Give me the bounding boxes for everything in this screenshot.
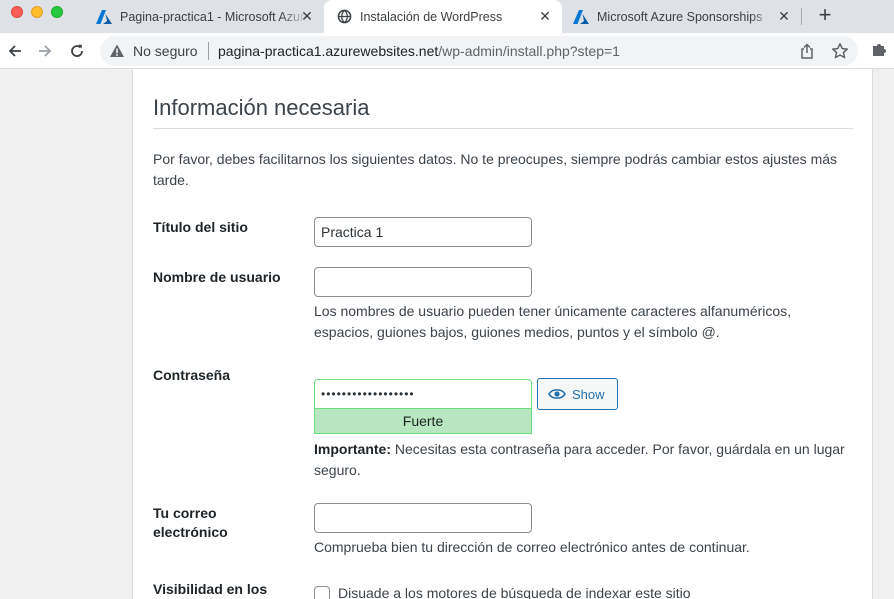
site-title-label: Título del sitio	[153, 219, 248, 235]
password-strength-indicator: Fuerte	[314, 408, 532, 434]
warning-icon[interactable]	[109, 43, 125, 59]
username-input[interactable]	[314, 267, 532, 297]
install-form-container: Información necesaria Por favor, debes f…	[132, 69, 873, 599]
window-close-button[interactable]	[11, 6, 23, 18]
address-bar[interactable]: No seguro pagina-practica1.azurewebsites…	[100, 36, 858, 66]
url-host: pagina-practica1.azurewebsites.net	[218, 43, 439, 59]
password-important-note: Importante: Necesitas esta contraseña pa…	[314, 439, 854, 481]
browser-toolbar: No seguro pagina-practica1.azurewebsites…	[0, 33, 894, 69]
important-text: Necesitas esta contraseña para acceder. …	[314, 441, 845, 478]
extensions-puzzle-icon[interactable]	[870, 41, 890, 61]
show-password-button[interactable]: Show	[537, 378, 618, 410]
show-password-label: Show	[572, 386, 605, 402]
close-icon[interactable]: ✕	[777, 9, 791, 23]
search-engine-visibility-checkbox[interactable]	[314, 586, 330, 599]
browser-tab-strip: Pagina-practica1 - Microsoft Azure ✕ Ins…	[0, 0, 894, 33]
azure-icon	[573, 9, 589, 25]
tab-title: Pagina-practica1 - Microsoft Azure	[120, 9, 308, 24]
password-input[interactable]: ••••••••••••••••••	[314, 379, 532, 409]
reload-icon[interactable]	[66, 40, 88, 62]
tab-title: Microsoft Azure Sponsorships	[597, 9, 763, 24]
bookmark-star-icon[interactable]	[831, 42, 849, 60]
forward-arrow-icon[interactable]	[34, 40, 56, 62]
close-icon[interactable]: ✕	[538, 9, 552, 23]
important-label: Importante:	[314, 441, 391, 457]
tab-divider	[801, 8, 802, 25]
url-path: /wp-admin/install.php?step=1	[438, 43, 620, 59]
new-tab-button[interactable]: +	[814, 4, 836, 27]
window-zoom-button[interactable]	[51, 6, 63, 18]
page-title: Información necesaria	[153, 95, 370, 120]
username-label: Nombre de usuario	[153, 269, 281, 285]
title-divider	[153, 128, 853, 129]
window-minimize-button[interactable]	[31, 6, 43, 18]
search-engine-visibility-label[interactable]: Disuade a los motores de búsqueda de ind…	[338, 585, 691, 599]
back-arrow-icon[interactable]	[4, 40, 26, 62]
visibility-label: Visibilidad en los	[153, 581, 268, 597]
password-label: Contraseña	[153, 367, 231, 383]
email-help-text: Comprueba bien tu dirección de correo el…	[314, 539, 750, 555]
tab-azure-portal[interactable]: Pagina-practica1 - Microsoft Azure ✕	[88, 0, 324, 33]
username-help-text: Los nombres de usuario pueden tener únic…	[314, 303, 792, 340]
intro-text: Por favor, debes facilitarnos los siguie…	[153, 151, 838, 188]
tab-title: Instalación de WordPress	[360, 9, 503, 24]
globe-icon	[336, 9, 352, 25]
address-divider	[208, 42, 209, 60]
security-status-label[interactable]: No seguro	[133, 43, 198, 59]
share-icon[interactable]	[799, 43, 815, 59]
eye-icon	[548, 389, 566, 399]
url-text[interactable]: pagina-practica1.azurewebsites.net/wp-ad…	[218, 43, 620, 59]
email-input[interactable]	[314, 503, 532, 533]
tab-azure-sponsorships[interactable]: Microsoft Azure Sponsorships ✕	[563, 0, 801, 33]
email-label: Tu correo electrónico	[153, 505, 228, 540]
close-icon[interactable]: ✕	[300, 9, 314, 23]
tab-wordpress-install[interactable]: Instalación de WordPress ✕	[324, 0, 562, 33]
site-title-input[interactable]	[314, 217, 532, 247]
azure-icon	[96, 9, 112, 25]
